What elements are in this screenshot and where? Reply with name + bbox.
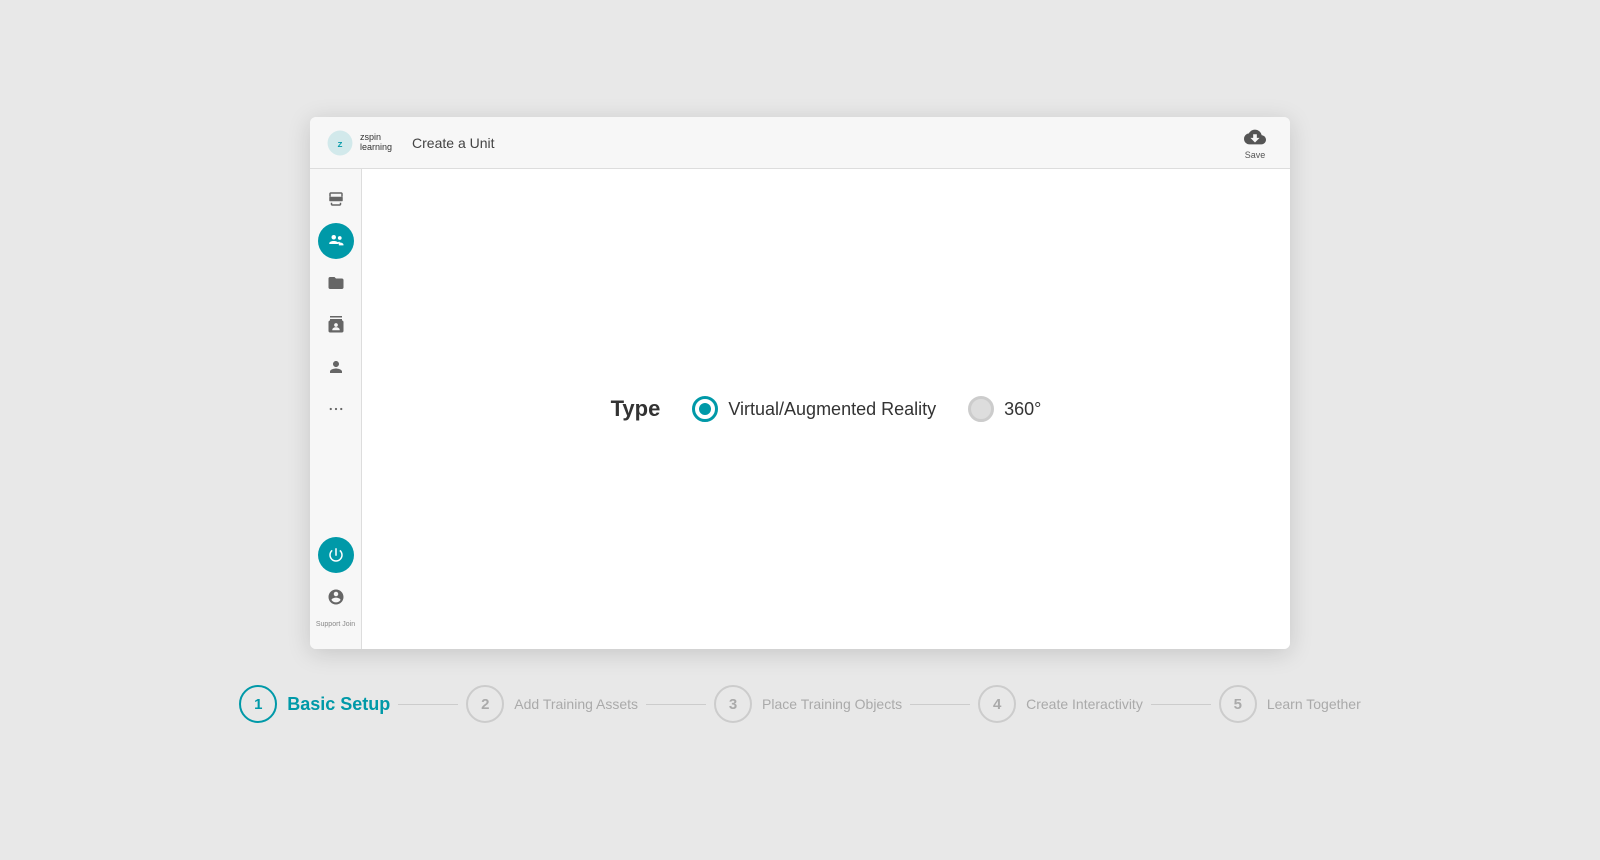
step-4: 4 Create Interactivity bbox=[978, 685, 1143, 723]
sidebar-item-users[interactable] bbox=[318, 223, 354, 259]
step-3-label: Place Training Objects bbox=[762, 696, 902, 712]
wizard-steps: 1 Basic Setup 2 Add Training Assets 3 Pl… bbox=[239, 649, 1361, 743]
step-5-circle[interactable]: 5 bbox=[1219, 685, 1257, 723]
sidebar-top bbox=[318, 181, 354, 533]
step-3-circle[interactable]: 3 bbox=[714, 685, 752, 723]
step-connector-3-4 bbox=[910, 704, 970, 705]
sidebar-item-contacts[interactable] bbox=[318, 307, 354, 343]
support-label: Support Join bbox=[316, 621, 355, 629]
sidebar: Support Join bbox=[310, 169, 362, 649]
step-2: 2 Add Training Assets bbox=[466, 685, 638, 723]
step-5-label: Learn Together bbox=[1267, 696, 1361, 712]
sidebar-item-layers[interactable] bbox=[318, 181, 354, 217]
sidebar-item-person[interactable] bbox=[318, 349, 354, 385]
step-connector-1-2 bbox=[398, 704, 458, 705]
logo-area: Z zspin learning bbox=[326, 129, 392, 157]
step-1-circle[interactable]: 1 bbox=[239, 685, 277, 723]
sidebar-item-power[interactable] bbox=[318, 537, 354, 573]
save-cloud-icon bbox=[1244, 126, 1266, 148]
radio-vr-circle[interactable] bbox=[692, 396, 718, 422]
save-button[interactable]: Save bbox=[1236, 122, 1274, 164]
step-connector-2-3 bbox=[646, 704, 706, 705]
svg-text:Z: Z bbox=[338, 139, 343, 148]
page-title: Create a Unit bbox=[412, 135, 494, 151]
step-2-circle[interactable]: 2 bbox=[466, 685, 504, 723]
radio-360-circle[interactable] bbox=[968, 396, 994, 422]
radio-vr-label: Virtual/Augmented Reality bbox=[728, 399, 936, 420]
step-4-circle[interactable]: 4 bbox=[978, 685, 1016, 723]
step-1-label: Basic Setup bbox=[287, 694, 390, 715]
logo-icon: Z bbox=[326, 129, 354, 157]
type-label: Type bbox=[611, 396, 661, 422]
main-area: Support Join Type Virtual/Augmented Real… bbox=[310, 169, 1290, 649]
step-2-label: Add Training Assets bbox=[514, 696, 638, 712]
sidebar-item-more[interactable] bbox=[318, 391, 354, 427]
step-1: 1 Basic Setup bbox=[239, 685, 390, 723]
page-wrapper: Z zspin learning Create a Unit Save bbox=[0, 0, 1600, 860]
save-label: Save bbox=[1245, 150, 1266, 160]
type-selector: Type Virtual/Augmented Reality 360° bbox=[611, 396, 1042, 422]
step-connector-4-5 bbox=[1151, 704, 1211, 705]
header-left: Z zspin learning Create a Unit bbox=[326, 129, 495, 157]
radio-option-vr[interactable]: Virtual/Augmented Reality bbox=[692, 396, 936, 422]
header-bar: Z zspin learning Create a Unit Save bbox=[310, 117, 1290, 169]
sidebar-item-account[interactable] bbox=[318, 579, 354, 615]
step-4-label: Create Interactivity bbox=[1026, 696, 1143, 712]
app-container: Z zspin learning Create a Unit Save bbox=[310, 117, 1290, 649]
content-panel: Type Virtual/Augmented Reality 360° bbox=[362, 169, 1290, 649]
radio-360-label: 360° bbox=[1004, 399, 1041, 420]
sidebar-bottom: Support Join bbox=[316, 537, 355, 637]
logo-text: zspin learning bbox=[360, 133, 392, 153]
sidebar-item-folder[interactable] bbox=[318, 265, 354, 301]
step-5: 5 Learn Together bbox=[1219, 685, 1361, 723]
radio-option-360[interactable]: 360° bbox=[968, 396, 1041, 422]
step-3: 3 Place Training Objects bbox=[714, 685, 902, 723]
